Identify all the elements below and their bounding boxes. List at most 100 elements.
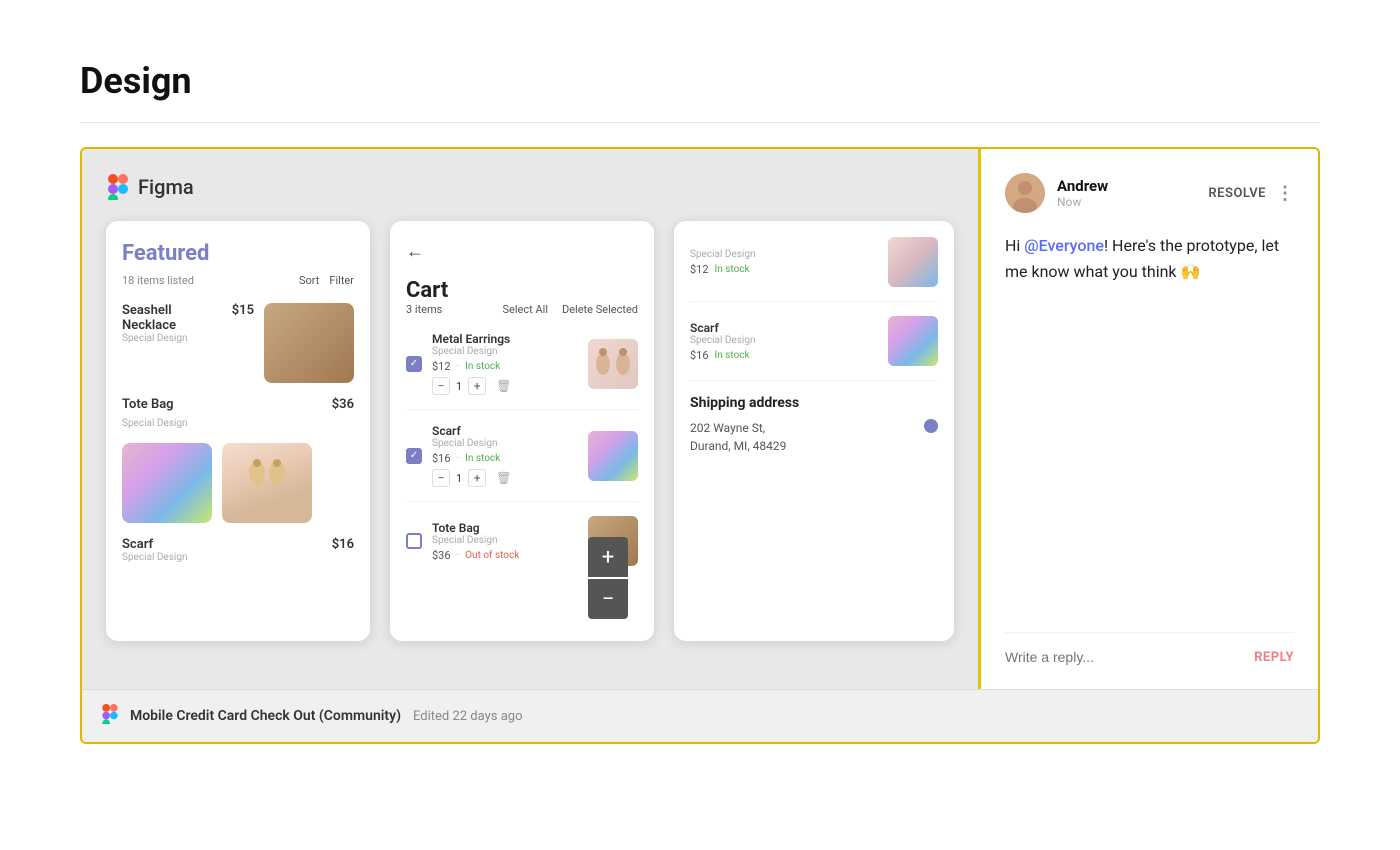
cart-item-name-2: Scarf <box>432 424 578 438</box>
checkbox-2[interactable]: ✓ <box>406 448 422 464</box>
overlay-price-row-1: $12 In stock <box>690 263 878 276</box>
qty-minus-2[interactable]: − <box>432 469 450 487</box>
file-meta: Edited 22 days ago <box>413 709 522 724</box>
shipping-line2: Durand, MI, 48429 <box>690 437 786 455</box>
overlay-earring-image <box>888 237 938 287</box>
checkbox-1[interactable]: ✓ <box>406 356 422 372</box>
cart-item-price-1: $12 <box>432 360 451 373</box>
delete-selected-btn[interactable]: Delete Selected <box>562 303 638 316</box>
file-name: Mobile Credit Card Check Out (Community) <box>130 708 401 724</box>
product-info-1: Seashell Necklace Special Design <box>122 303 222 383</box>
qty-control-2: − 1 + 🗑 <box>432 469 578 487</box>
cart-item-brand-3: Special Design <box>432 535 578 546</box>
qty-plus-1[interactable]: + <box>468 377 486 395</box>
product-row-2-header: Tote Bag $36 <box>122 397 354 412</box>
reply-button[interactable]: REPLY <box>1254 650 1294 665</box>
featured-frame: Featured 18 items listed Sort Filter Sea… <box>106 221 370 641</box>
back-arrow-icon[interactable]: ← <box>406 241 424 262</box>
product-price-1: $15 <box>232 303 254 383</box>
cart-item-stock-2: In stock <box>465 453 500 464</box>
cart-item-stock-1: In stock <box>465 361 500 372</box>
cart-actions: Select All Delete Selected <box>503 303 638 316</box>
shipping-radio[interactable] <box>924 419 938 433</box>
product-image-tote <box>264 303 354 383</box>
featured-meta: 18 items listed Sort Filter <box>122 274 354 287</box>
qty-val-1: 1 <box>456 380 462 393</box>
figma-bottom-icon <box>102 704 118 728</box>
cart-meta: 3 items Select All Delete Selected <box>406 303 638 316</box>
comment-actions: RESOLVE ⋮ <box>1208 183 1294 204</box>
qty-control-1: − 1 + 🗑 <box>432 377 578 395</box>
cart-item-2: ✓ Scarf Special Design $16 · In stock − <box>406 424 638 502</box>
cart-earrings-image <box>588 339 638 389</box>
comment-mention: @Everyone <box>1024 236 1104 255</box>
sort-label: Sort <box>299 274 319 287</box>
select-all-btn[interactable]: Select All <box>503 303 548 316</box>
items-count: 18 items listed <box>122 274 194 287</box>
featured-title: Featured <box>122 241 354 266</box>
cart-item-info-2: Scarf Special Design $16 · In stock − 1 … <box>432 424 578 487</box>
overlay-frame: Special Design $12 In stock Scarf Spe <box>674 221 954 641</box>
overlay-brand-2: Special Design <box>690 335 878 346</box>
overlay-price-1: $12 <box>690 263 709 276</box>
shipping-address: 202 Wayne St, Durand, MI, 48429 <box>690 419 786 455</box>
cart-item-price-3: $36 <box>432 549 451 562</box>
scarf-name: Scarf <box>122 537 187 552</box>
figma-logo-icon <box>106 173 130 201</box>
shipping-row: 202 Wayne St, Durand, MI, 48429 <box>690 419 938 455</box>
cart-item-name-1: Metal Earrings <box>432 332 578 346</box>
scarf-brand: Special Design <box>122 552 187 563</box>
dot-3: · <box>457 550 460 561</box>
product-row-3 <box>122 443 354 523</box>
figma-app-title: Figma <box>138 175 194 199</box>
overlay-stock-1: In stock <box>715 264 750 275</box>
qty-plus-2[interactable]: + <box>468 469 486 487</box>
more-options-icon[interactable]: ⋮ <box>1276 183 1294 204</box>
card-content: Figma Featured 18 items listed Sort Filt… <box>82 149 1318 689</box>
cart-header: ← <box>406 241 638 262</box>
qty-minus-1[interactable]: − <box>432 377 450 395</box>
shipping-section: Shipping address 202 Wayne St, Durand, M… <box>690 395 938 455</box>
comment-panel: Andrew Now RESOLVE ⋮ Hi @Everyone! Here'… <box>978 149 1318 689</box>
author-time: Now <box>1057 195 1108 209</box>
cart-item-name-3: Tote Bag <box>432 521 578 535</box>
product-name-1: Seashell Necklace <box>122 303 222 333</box>
resolve-button[interactable]: RESOLVE <box>1208 186 1266 201</box>
scarf-price: $16 <box>332 537 354 563</box>
reply-input[interactable] <box>1005 649 1254 665</box>
shipping-title: Shipping address <box>690 395 938 411</box>
scarf-info: Scarf Special Design <box>122 537 187 563</box>
cart-item-price-2: $16 <box>432 452 451 465</box>
cart-item-stock-3: Out of stock <box>465 550 519 561</box>
comment-prefix: Hi <box>1005 236 1024 255</box>
cart-item-brand-1: Special Design <box>432 346 578 357</box>
overlay-brand-1: Special Design <box>690 249 878 260</box>
avatar-face <box>1005 173 1045 213</box>
shipping-line1: 202 Wayne St, <box>690 419 786 437</box>
overlay-item-1: Special Design $12 In stock <box>690 237 938 302</box>
cart-item-price-row-2: $16 · In stock <box>432 452 578 465</box>
tote-brand: Special Design <box>122 418 354 429</box>
cart-item-brand-2: Special Design <box>432 438 578 449</box>
filter-sort: Sort Filter <box>299 274 354 287</box>
comment-body: Hi @Everyone! Here's the prototype, let … <box>1005 233 1294 602</box>
overlay-price-row-2: $16 In stock <box>690 349 878 362</box>
delete-icon-2[interactable]: 🗑 <box>496 471 511 485</box>
dot-1: · <box>457 361 460 372</box>
checkbox-3[interactable] <box>406 533 422 549</box>
scarf-row: Scarf Special Design $16 <box>122 537 354 563</box>
overlay-item-info-2: Scarf Special Design $16 In stock <box>690 321 878 362</box>
cart-items-count: 3 items <box>406 303 442 316</box>
cart-item-price-row-1: $12 · In stock <box>432 360 578 373</box>
frames-container: Featured 18 items listed Sort Filter Sea… <box>106 221 954 641</box>
delete-icon-1[interactable]: 🗑 <box>496 379 511 393</box>
earrings-image <box>222 443 312 523</box>
product-row-1: Seashell Necklace Special Design $15 <box>122 303 354 383</box>
overlay-item-2: Scarf Special Design $16 In stock <box>690 316 938 381</box>
cart-item-info-1: Metal Earrings Special Design $12 · In s… <box>432 332 578 395</box>
scarf-image <box>122 443 212 523</box>
cart-item-price-row-3: $36 · Out of stock <box>432 549 578 562</box>
author-info: Andrew Now <box>1057 177 1108 209</box>
product-brand-1: Special Design <box>122 333 222 344</box>
page-title: Design <box>80 60 1320 102</box>
